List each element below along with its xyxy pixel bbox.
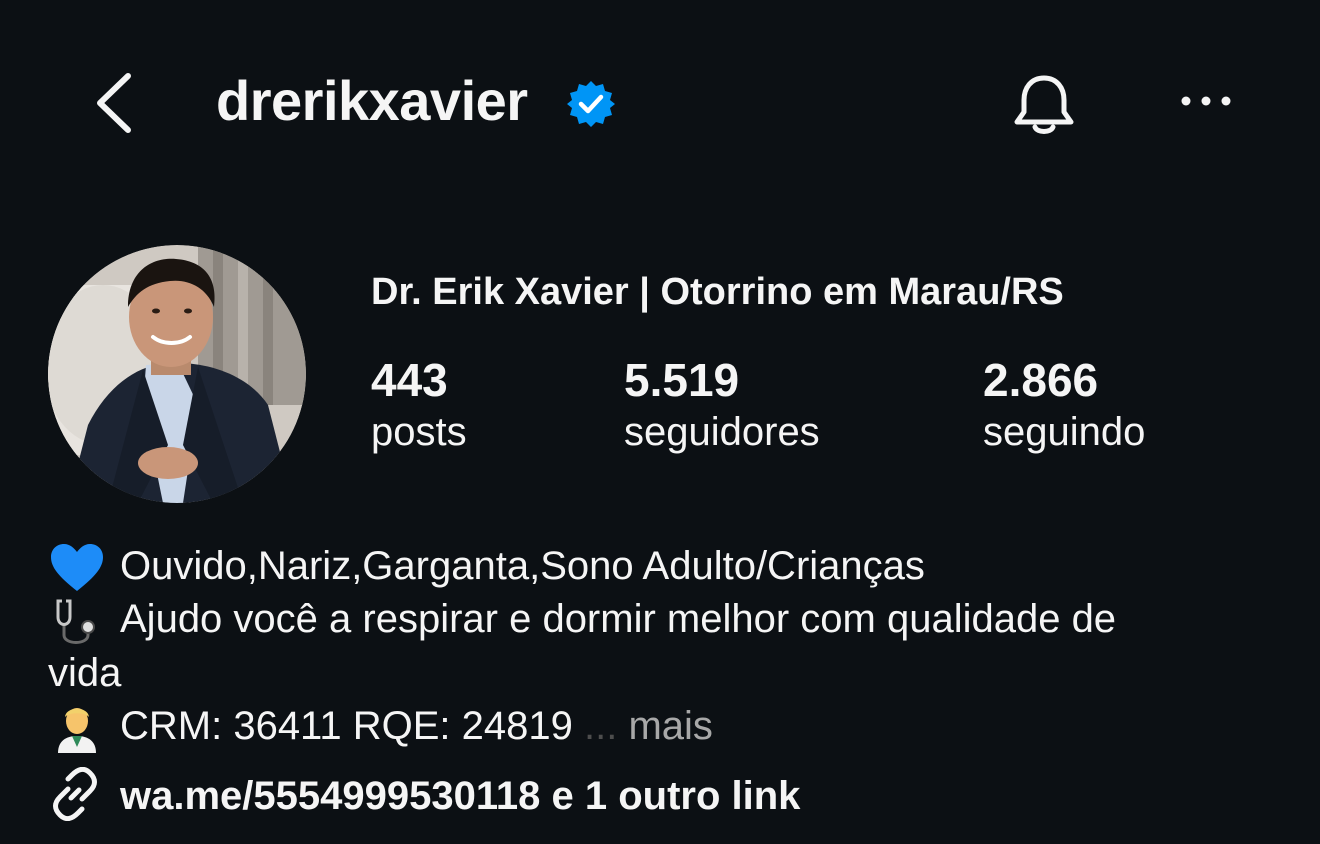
bio-line-credentials: CRM: 36411 RQE: 24819 ... mais xyxy=(48,700,1278,754)
back-arrow-icon[interactable] xyxy=(92,70,140,136)
followers-label: seguidores xyxy=(624,410,820,454)
stat-followers[interactable]: 5.519 seguidores xyxy=(624,352,820,456)
verified-badge-icon xyxy=(567,81,615,127)
bio-credentials-text: CRM: 36411 RQE: 24819 xyxy=(120,703,573,748)
bio-mission-text: Ajudo você a respirar e dormir melhor co… xyxy=(120,597,1117,642)
following-count: 2.866 xyxy=(983,354,1099,406)
followers-count: 5.519 xyxy=(624,354,740,406)
stat-posts[interactable]: 443 posts xyxy=(371,352,467,456)
health-worker-emoji-icon xyxy=(58,708,96,754)
bio-ellipsis: ... xyxy=(583,703,618,748)
bio-line-specialties: Ouvido,Nariz,Garganta,Sono Adulto/Crianç… xyxy=(48,540,1278,593)
bio-more-link[interactable]: mais xyxy=(628,704,712,748)
bio-mission-text-cont: vida xyxy=(48,650,122,695)
bio-line-mission: Ajudo você a respirar e dormir melhor co… xyxy=(48,593,1278,646)
bio-specialties-text: Ouvido,Nariz,Garganta,Sono Adulto/Crianç… xyxy=(120,544,925,588)
profile-link[interactable]: wa.me/5554999530118 e 1 outro link xyxy=(48,767,801,824)
notification-bell-icon[interactable] xyxy=(1010,72,1078,138)
stat-following[interactable]: 2.866 seguindo xyxy=(983,352,1145,456)
blue-heart-emoji-icon xyxy=(51,544,103,592)
posts-count: 443 xyxy=(371,354,448,406)
profile-link-text: wa.me/5554999530118 e 1 outro link xyxy=(120,774,801,818)
stethoscope-emoji-icon xyxy=(56,599,95,644)
link-icon xyxy=(53,767,97,822)
profile-avatar[interactable] xyxy=(48,245,306,503)
bio-line-mission-cont: vida xyxy=(48,647,1278,700)
profile-full-name: Dr. Erik Xavier | Otorrino em Marau/RS xyxy=(371,271,1064,313)
profile-bio: Ouvido,Nariz,Garganta,Sono Adulto/Crianç… xyxy=(48,540,1278,754)
posts-label: posts xyxy=(371,410,467,454)
profile-username: drerikxavier xyxy=(216,69,528,132)
following-label: seguindo xyxy=(983,410,1146,454)
more-options-icon[interactable] xyxy=(1176,86,1236,116)
